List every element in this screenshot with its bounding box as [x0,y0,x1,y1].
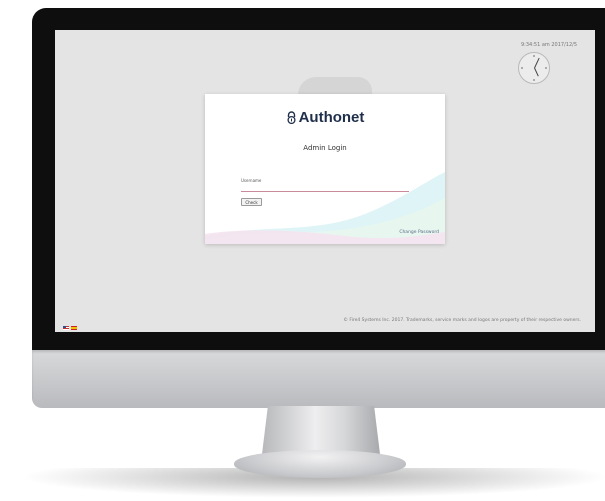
clock-tick [533,79,535,81]
username-label: Username [241,178,262,183]
monitor-screen: 9:34:51 am 2017/12/5 Authonet Admin Logi… [55,30,595,332]
copyright-text: © Fire4 Systems Inc. 2017. Trademarks, s… [343,318,581,323]
clock-tick [545,67,547,69]
clock-tick [533,55,535,57]
monitor-stand-base [234,450,406,478]
lock-logo-icon [287,111,296,124]
logo-text: Authonet [298,109,365,126]
spain-flag-icon[interactable] [71,325,77,330]
login-card: Authonet Admin Login Username Check Chan… [205,94,445,244]
monitor-stand [262,406,380,454]
clock-tick [521,67,523,69]
authonet-logo: Authonet [205,109,445,126]
monitor-chin [32,350,605,408]
username-input[interactable] [241,184,409,192]
analog-clock-icon [518,52,550,84]
change-password-link[interactable]: Change Password [399,230,439,235]
us-flag-icon[interactable] [63,325,69,330]
login-title: Admin Login [303,144,347,152]
clock-minute-hand [534,57,540,69]
datetime-display: 9:34:51 am 2017/12/5 [520,42,577,48]
check-button[interactable]: Check [241,198,262,206]
clock-hour-hand [534,67,539,77]
language-selector [63,317,79,332]
